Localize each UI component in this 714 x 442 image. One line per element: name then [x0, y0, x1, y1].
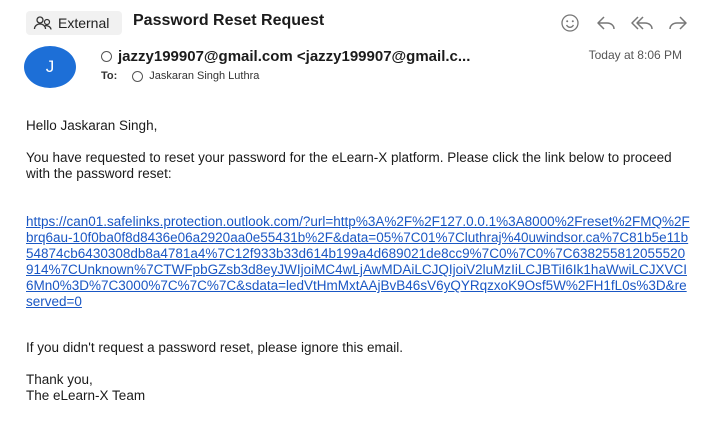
message-header: External Password Reset Request	[0, 0, 714, 44]
intro-paragraph: You have requested to reset your passwor…	[26, 150, 672, 181]
reply-all-icon[interactable]	[630, 12, 654, 34]
signoff: Thank you,	[26, 372, 93, 387]
external-badge: External	[26, 11, 122, 35]
external-badge-label: External	[58, 15, 110, 31]
greeting: Hello Jaskaran Singh,	[26, 118, 158, 133]
smiley-icon[interactable]	[558, 12, 582, 34]
reset-link[interactable]: https://can01.safelinks.protection.outlo…	[26, 214, 690, 310]
message-subject: Password Reset Request	[133, 12, 325, 29]
people-icon	[32, 14, 54, 32]
reply-icon[interactable]	[594, 12, 618, 34]
recipient-name[interactable]: Jaskaran Singh Luthra	[149, 70, 259, 82]
sender-avatar: J	[24, 46, 76, 88]
message-actions	[558, 12, 690, 34]
sender-line: jazzy199907@gmail.com <jazzy199907@gmail…	[101, 48, 470, 65]
recipient-line: To: Jaskaran Singh Luthra	[101, 70, 259, 82]
sender-address[interactable]: jazzy199907@gmail.com <jazzy199907@gmail…	[118, 48, 470, 65]
signature: The eLearn-X Team	[26, 388, 146, 403]
forward-icon[interactable]	[666, 12, 690, 34]
message-body: Hello Jaskaran Singh, You have requested…	[26, 118, 690, 404]
message-timestamp: Today at 8:06 PM	[588, 48, 682, 62]
to-label: To:	[101, 70, 118, 82]
status-circle-icon	[132, 70, 144, 82]
status-circle-icon	[101, 51, 112, 62]
ignore-notice: If you didn't request a password reset, …	[26, 340, 404, 355]
